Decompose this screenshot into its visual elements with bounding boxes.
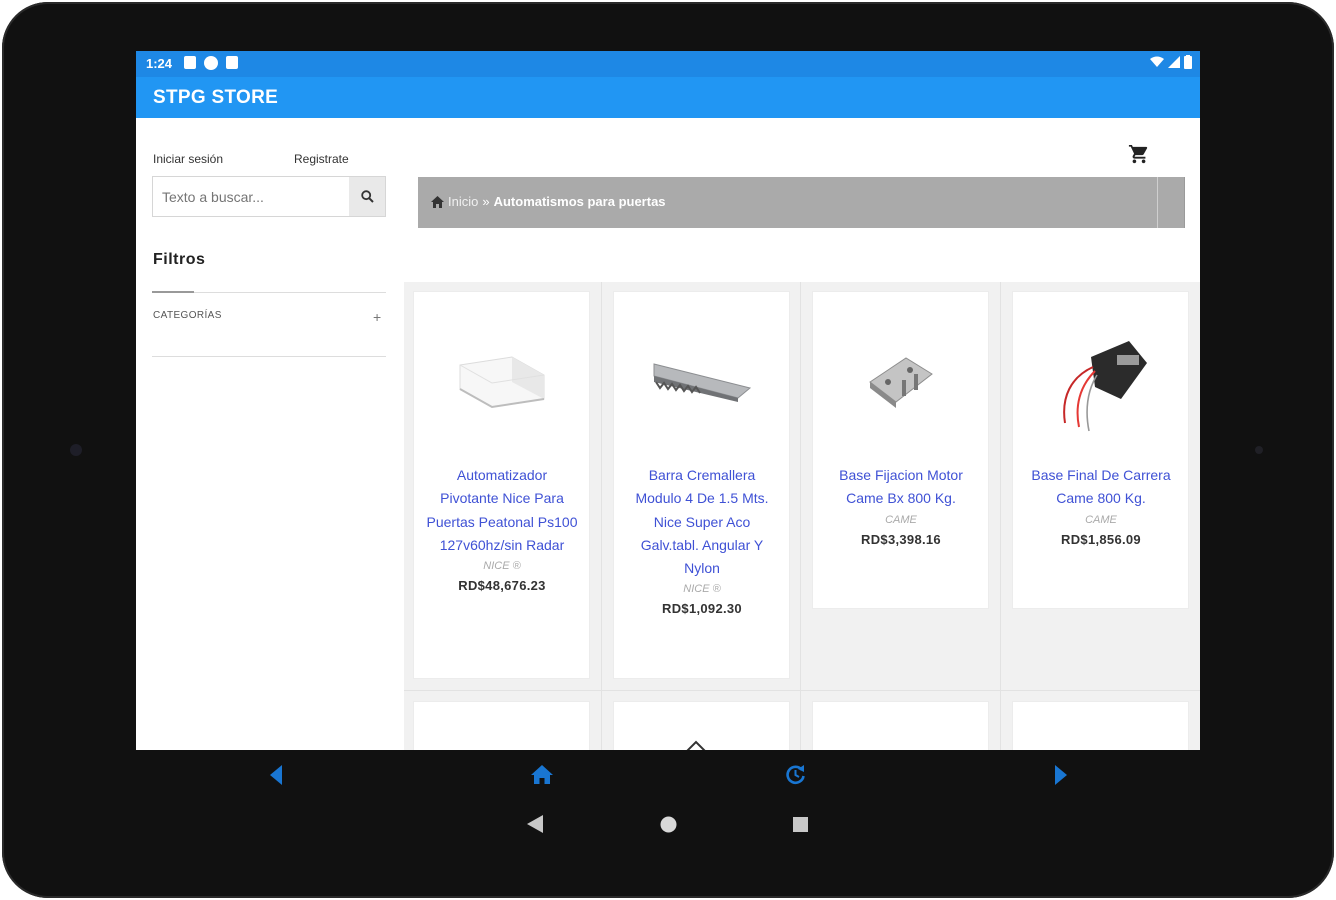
product-name[interactable]: Base Final De Carrera Came 800 Kg.	[1025, 464, 1177, 511]
app-bar: STPG STORE	[136, 77, 1200, 118]
product-name[interactable]: Automatizador Pivotante Nice Para Puerta…	[426, 464, 578, 557]
product-price: RD$1,856.09	[1061, 531, 1141, 547]
status-time: 1:24	[146, 56, 173, 71]
product-image	[686, 740, 706, 750]
shopping-cart-icon	[1128, 144, 1148, 164]
system-status-icons	[1150, 55, 1192, 69]
product-name[interactable]: Base Fijacion Motor Came Bx 800 Kg.	[825, 464, 977, 511]
login-link[interactable]: Iniciar sesión	[153, 152, 223, 166]
rack-bar-image	[653, 363, 752, 402]
home-icon	[531, 765, 553, 784]
categories-toggle[interactable]: CATEGORÍAS	[153, 310, 222, 321]
product-brand: NICE ®	[483, 560, 521, 573]
forward-arrow-button[interactable]	[1054, 765, 1068, 790]
search-button[interactable]	[349, 177, 385, 216]
product-price: RD$48,676.23	[458, 578, 546, 594]
system-back-button[interactable]	[526, 815, 544, 838]
sensor-icon	[1255, 446, 1263, 454]
back-arrow-icon	[270, 765, 282, 785]
breadcrumb-separator: »	[482, 194, 490, 209]
system-back-icon	[527, 815, 543, 833]
air-curtain-image	[459, 356, 545, 409]
search-input[interactable]	[153, 177, 349, 216]
mounting-base-image	[869, 357, 933, 408]
notification-icons	[184, 56, 238, 70]
app-title: STPG STORE	[153, 87, 279, 108]
refresh-icon	[786, 765, 805, 785]
product-image[interactable]	[1025, 308, 1177, 456]
product-card[interactable]: Base Final De Carrera Came 800 Kg. CAME …	[1012, 291, 1189, 609]
breadcrumb-home-link[interactable]: Inicio	[448, 194, 478, 209]
system-home-button[interactable]	[660, 816, 677, 838]
breadcrumb: Inicio » Automatismos para puertas	[418, 177, 1185, 228]
battery-icon	[1184, 55, 1192, 69]
system-home-icon	[660, 816, 677, 833]
notification-app-icon	[184, 56, 196, 69]
product-card[interactable]: Barra Cremallera Modulo 4 De 1.5 Mts. Ni…	[613, 291, 790, 679]
status-bar: 1:24	[136, 51, 1200, 77]
breadcrumb-current: Automatismos para puertas	[493, 194, 666, 209]
home-small-icon	[431, 195, 444, 208]
product-brand: CAME	[1085, 513, 1117, 526]
breadcrumb-divider	[1157, 177, 1158, 228]
signal-icon	[1168, 56, 1180, 68]
product-image[interactable]	[825, 308, 977, 456]
refresh-button[interactable]	[785, 764, 806, 790]
search-box	[152, 176, 386, 217]
forward-arrow-icon	[1055, 765, 1067, 785]
product-image[interactable]	[626, 308, 778, 456]
product-card[interactable]: Base Fijacion Motor Came Bx 800 Kg. CAME…	[812, 291, 989, 609]
system-recents-button[interactable]	[793, 817, 808, 837]
product-card[interactable]	[812, 701, 989, 750]
product-card[interactable]: Automatizador Pivotante Nice Para Puerta…	[413, 291, 590, 679]
product-card[interactable]	[413, 701, 590, 750]
product-price: RD$1,092.30	[662, 601, 742, 617]
filters-title: Filtros	[153, 251, 206, 268]
notification-sd-icon	[226, 56, 238, 69]
wifi-icon	[1150, 56, 1164, 67]
product-image[interactable]	[426, 308, 578, 456]
home-button[interactable]	[531, 765, 553, 789]
search-icon	[360, 190, 374, 203]
system-recents-icon	[793, 817, 808, 832]
categories-divider	[152, 356, 386, 357]
product-card[interactable]	[613, 701, 790, 750]
notification-sync-icon	[204, 56, 218, 70]
expand-plus-icon[interactable]: +	[373, 309, 381, 325]
product-brand: NICE ®	[683, 583, 721, 596]
limit-switch-image	[1063, 341, 1147, 432]
app-screen: 1:24 STPG STORE Iniciar sesión Registrat…	[136, 51, 1200, 750]
filters-underline	[152, 291, 194, 293]
product-brand: CAME	[885, 513, 917, 526]
register-link[interactable]: Registrate	[294, 152, 349, 166]
cart-button[interactable]	[1128, 143, 1150, 170]
product-name[interactable]: Barra Cremallera Modulo 4 De 1.5 Mts. Ni…	[626, 464, 778, 580]
product-price: RD$3,398.16	[861, 531, 941, 547]
back-arrow-button[interactable]	[269, 765, 283, 790]
front-camera-icon	[70, 444, 82, 456]
product-card[interactable]	[1012, 701, 1189, 750]
